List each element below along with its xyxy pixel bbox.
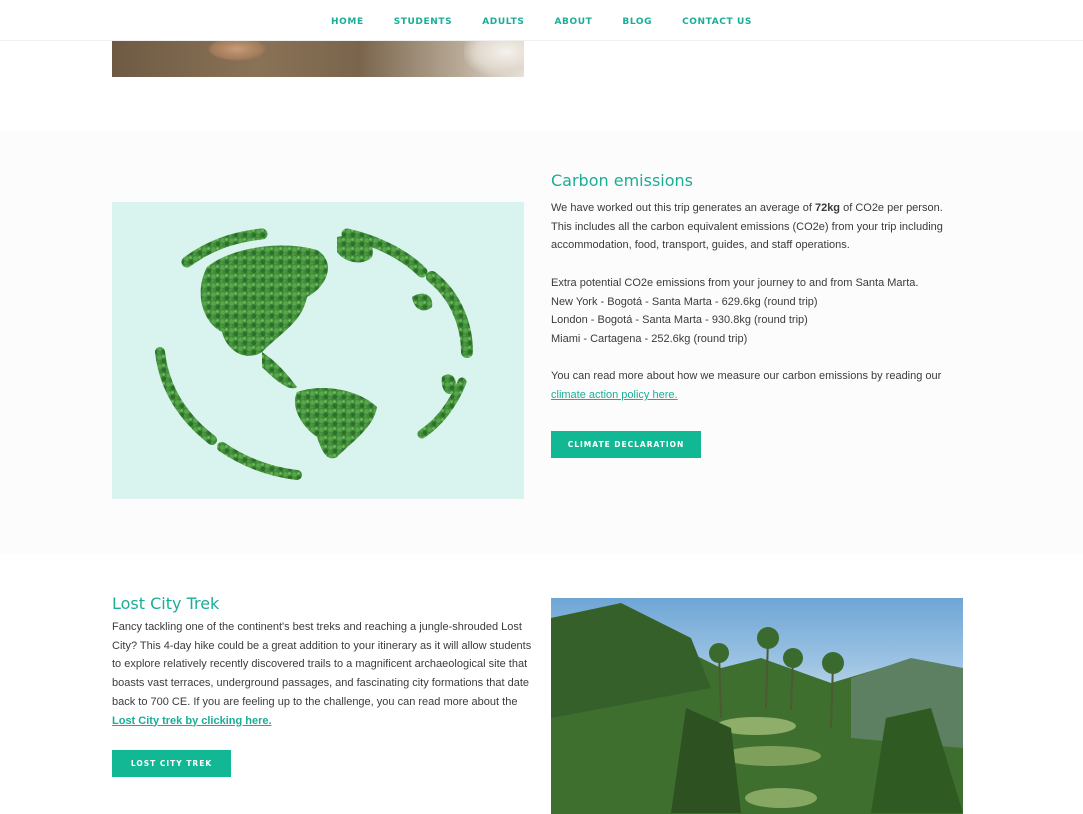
carbon-body: We have worked out this trip generates a… (551, 199, 963, 405)
nav-link-about[interactable]: ABOUT (554, 17, 592, 27)
carbon-route-miami: Miami - Cartagena - 252.6kg (round trip) (551, 332, 748, 345)
previous-section-photo (112, 41, 524, 77)
nav-item-students: STUDENTS (394, 11, 453, 29)
climate-declaration-button[interactable]: CLIMATE DECLARATION (551, 431, 701, 458)
globe-illustration (155, 228, 473, 480)
carbon-extra-heading: Extra potential CO2e emissions from your… (551, 276, 919, 289)
carbon-paragraph-average: We have worked out this trip generates a… (551, 199, 963, 255)
photo-shirt-detail (464, 41, 524, 77)
carbon-route-new-york: New York - Bogotá - Santa Marta - 629.6k… (551, 295, 818, 308)
carbon-policy-line: climate action policy here. (551, 386, 963, 405)
lost-city-description: Fancy tackling one of the continent's be… (112, 621, 532, 708)
tree-globe-image (112, 202, 524, 499)
nav-item-adults: ADULTS (482, 11, 524, 29)
carbon-route-london: London - Bogotá - Santa Marta - 930.8kg … (551, 314, 808, 327)
nav-list: HOME STUDENTS ADULTS ABOUT BLOG CONTACT … (0, 11, 1083, 29)
top-navigation: HOME STUDENTS ADULTS ABOUT BLOG CONTACT … (0, 0, 1083, 41)
climate-policy-link[interactable]: climate action policy here. (551, 389, 678, 401)
nav-link-contact[interactable]: CONTACT US (682, 17, 752, 27)
lost-city-section-title: Lost City Trek (112, 594, 220, 613)
lost-city-paragraph: Fancy tackling one of the continent's be… (112, 618, 537, 730)
nav-link-adults[interactable]: ADULTS (482, 17, 524, 27)
lost-city-body: Fancy tackling one of the continent's be… (112, 618, 537, 730)
nav-item-home: HOME (331, 11, 364, 29)
nav-link-students[interactable]: STUDENTS (394, 17, 453, 27)
nav-link-blog[interactable]: BLOG (622, 17, 652, 27)
lost-city-photo (551, 598, 963, 814)
carbon-read-more: You can read more about how we measure o… (551, 370, 942, 383)
nav-link-home[interactable]: HOME (331, 17, 364, 27)
nav-item-blog: BLOG (622, 11, 652, 29)
nav-item-about: ABOUT (554, 11, 592, 29)
carbon-average-value: 72kg (814, 202, 841, 214)
carbon-average-prefix: We have worked out this trip generates a… (551, 202, 815, 214)
jungle-terraces-illustration (551, 603, 963, 814)
lost-city-trek-link[interactable]: Lost City trek by clicking here. (112, 715, 272, 727)
nav-item-contact: CONTACT US (682, 11, 752, 29)
carbon-section-title: Carbon emissions (551, 171, 693, 190)
lost-city-trek-button[interactable]: LOST CITY TREK (112, 750, 231, 777)
photo-feet-detail (207, 41, 267, 61)
